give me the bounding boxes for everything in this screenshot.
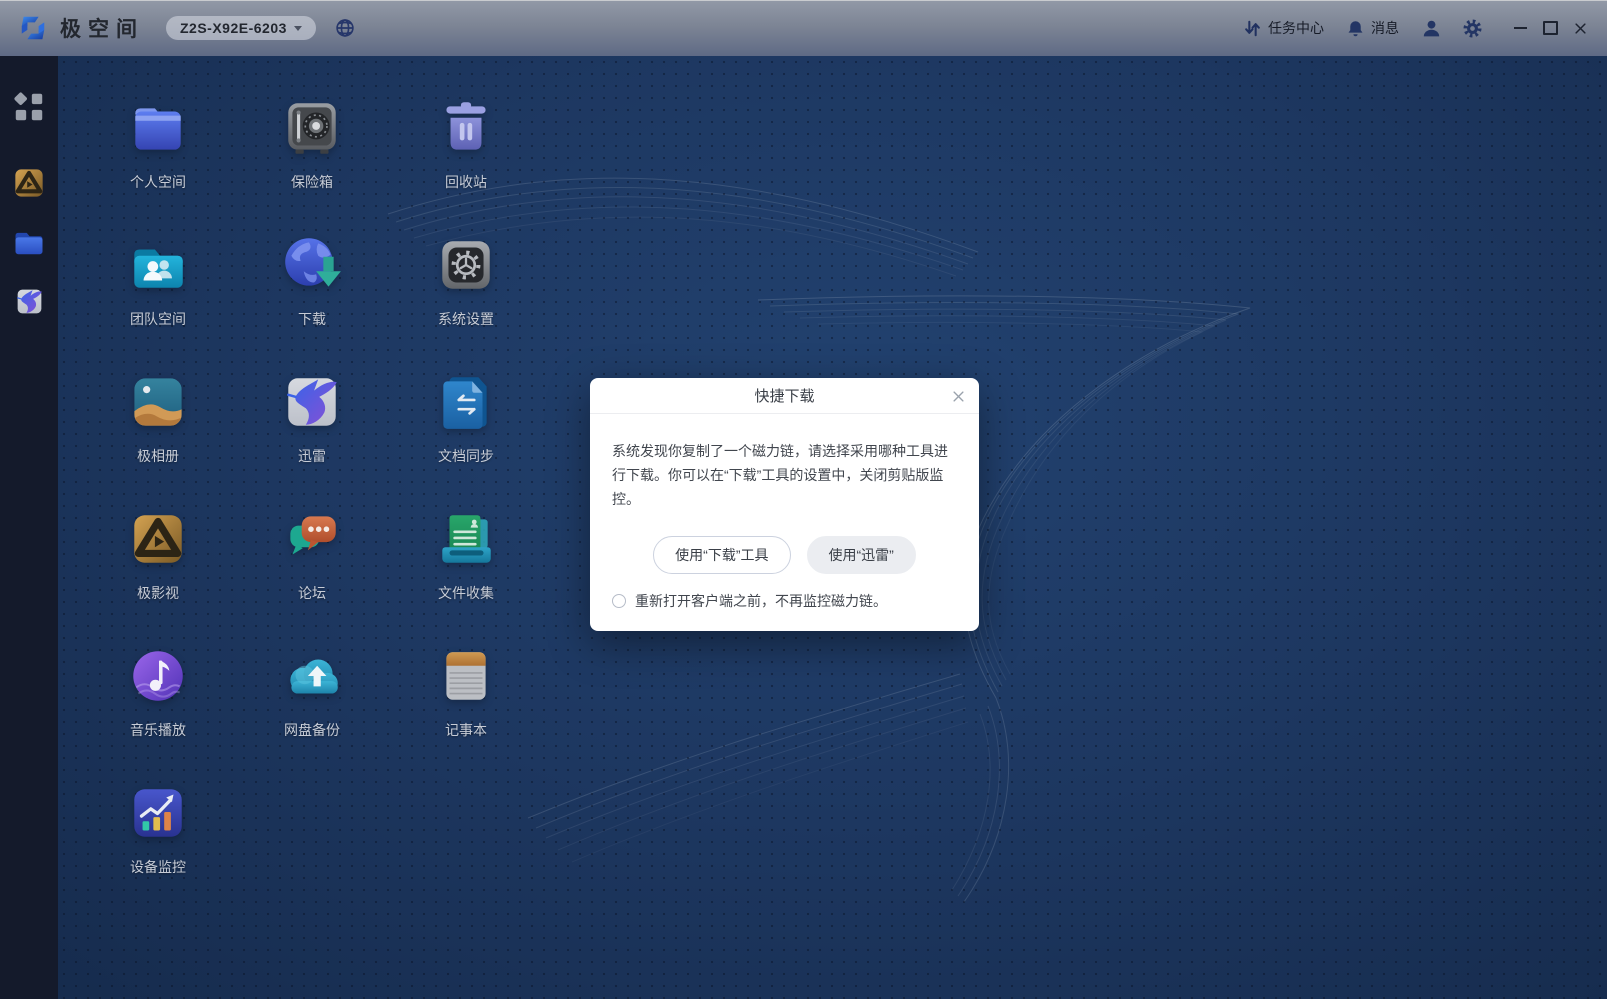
team-space-icon [125,232,191,298]
brand: 极空间 [18,13,144,43]
app-label: 系统设置 [438,309,494,329]
notepad-icon [433,643,499,709]
quick-download-dialog: 快捷下载 系统发现你复制了一个磁力链，请选择采用哪种工具进行下载。你可以在“下载… [590,378,979,631]
zspace-logo-icon [18,13,48,43]
device-selector[interactable]: Z2S-X92E-6203 [166,16,316,40]
app-team-space[interactable]: 团队空间 [81,232,235,369]
task-center-button[interactable]: 任务中心 [1243,18,1324,38]
app-label: 论坛 [298,583,326,603]
app-label: 团队空间 [130,309,186,329]
doc-sync-icon [433,369,499,435]
photo-album-icon [125,369,191,435]
dialog-close-button[interactable] [949,387,967,405]
dialog-buttons: 使用“下载”工具 使用“迅雷” [590,536,979,574]
use-thunder-button[interactable]: 使用“迅雷” [807,536,916,574]
maximize-icon [1543,21,1558,35]
app-grid: 个人空间 保险箱 回收站 团队空间 下载 系统设置 [81,95,543,917]
personal-space-icon [125,95,191,161]
radio-unchecked-icon[interactable] [612,594,626,608]
network-globe-icon[interactable] [334,17,356,39]
music-player-icon [125,643,191,709]
app-doc-sync[interactable]: 文档同步 [389,369,543,506]
thunder-icon[interactable] [13,285,46,318]
zspace-desktop-window: 极空间 Z2S-X92E-6203 任务中心 消息 [0,0,1607,999]
user-icon[interactable] [1421,18,1442,39]
app-forum[interactable]: 论坛 [235,506,389,643]
movies-icon [125,506,191,572]
forum-icon [279,506,345,572]
app-download[interactable]: 下载 [235,232,389,369]
app-movies[interactable]: 极影视 [81,506,235,643]
minimize-button[interactable] [1509,17,1531,39]
app-title: 极空间 [60,13,144,43]
app-label: 迅雷 [298,446,326,466]
app-recycle-bin[interactable]: 回收站 [389,95,543,232]
app-personal-space[interactable]: 个人空间 [81,95,235,232]
device-monitor-icon [125,780,191,846]
dialog-title: 快捷下载 [754,385,814,406]
app-label: 音乐播放 [130,720,186,740]
app-cloud-backup[interactable]: 网盘备份 [235,643,389,780]
app-photo-album[interactable]: 极相册 [81,369,235,506]
close-icon [1573,21,1588,36]
minimize-icon [1514,27,1527,29]
close-icon [951,389,966,404]
title-bar: 极空间 Z2S-X92E-6203 任务中心 消息 [0,0,1607,56]
use-download-tool-button[interactable]: 使用“下载”工具 [653,536,790,574]
zspace-video-icon[interactable] [10,164,48,202]
app-label: 文件收集 [438,583,494,603]
stop-monitoring-option[interactable]: 重新打开客户端之前，不再监控磁力链。 [590,574,979,631]
chevron-down-icon [294,26,302,31]
file-manager-icon[interactable] [11,225,47,261]
maximize-button[interactable] [1539,17,1561,39]
download-icon [279,232,345,298]
sidebar [0,56,58,999]
task-center-label: 任务中心 [1268,18,1324,38]
messages-label: 消息 [1371,18,1399,38]
app-label: 回收站 [445,172,487,192]
app-label: 个人空间 [130,172,186,192]
close-window-button[interactable] [1569,17,1591,39]
app-safe-box[interactable]: 保险箱 [235,95,389,232]
app-music-player[interactable]: 音乐播放 [81,643,235,780]
cloud-backup-icon [279,643,345,709]
app-label: 保险箱 [291,172,333,192]
app-notepad[interactable]: 记事本 [389,643,543,780]
messages-button[interactable]: 消息 [1346,18,1399,38]
dialog-body-text: 系统发现你复制了一个磁力链，请选择采用哪种工具进行下载。你可以在“下载”工具的设… [590,414,979,511]
app-label: 极相册 [137,446,179,466]
stop-monitoring-label: 重新打开客户端之前，不再监控磁力链。 [635,591,887,611]
app-label: 网盘备份 [284,720,340,740]
gear-icon[interactable] [1462,18,1483,39]
device-name: Z2S-X92E-6203 [180,20,287,36]
recycle-bin-icon [433,95,499,161]
safe-box-icon [279,95,345,161]
file-collect-icon [433,506,499,572]
app-system-settings[interactable]: 系统设置 [389,232,543,369]
dialog-header: 快捷下载 [590,378,979,414]
app-thunder[interactable]: 迅雷 [235,369,389,506]
app-label: 文档同步 [438,446,494,466]
app-label: 极影视 [137,583,179,603]
thunder-icon [279,369,345,435]
app-file-collect[interactable]: 文件收集 [389,506,543,643]
app-label: 下载 [298,309,326,329]
transfer-arrows-icon [1243,19,1262,38]
app-launcher-icon[interactable] [12,90,46,124]
bell-icon [1346,19,1365,38]
app-label: 记事本 [445,720,487,740]
app-device-monitor[interactable]: 设备监控 [81,780,235,917]
title-bar-actions: 任务中心 消息 [1243,17,1607,39]
system-settings-icon [433,232,499,298]
app-label: 设备监控 [130,857,186,877]
